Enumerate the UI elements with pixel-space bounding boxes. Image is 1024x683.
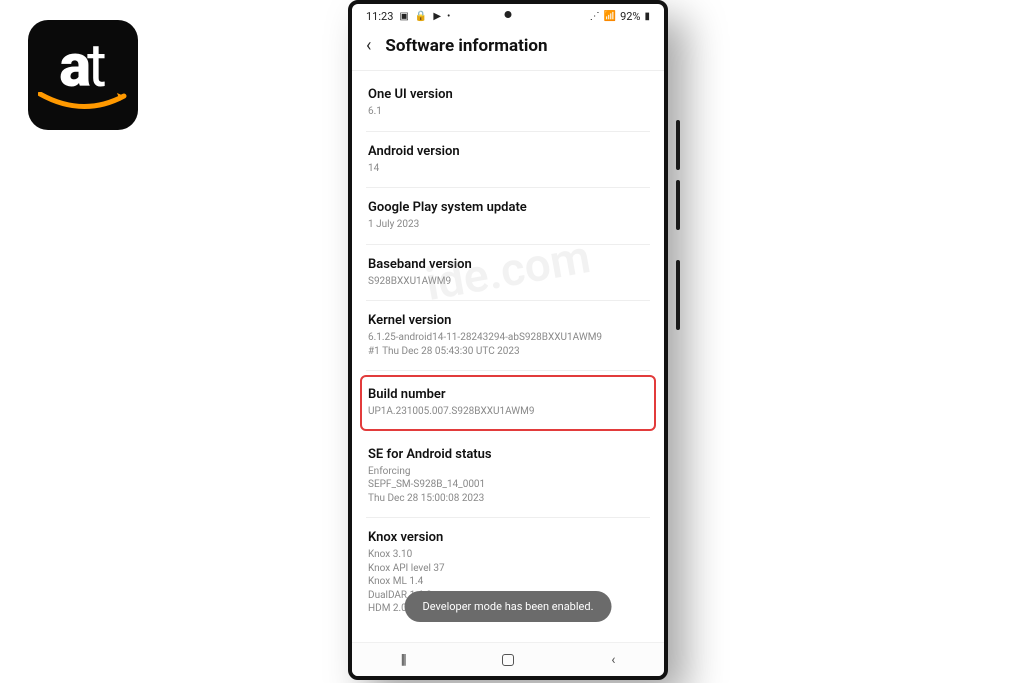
wifi-icon: ⋰ bbox=[590, 11, 600, 22]
item-se-status[interactable]: SE for Android status Enforcing SEPF_SM-… bbox=[366, 435, 650, 519]
smile-icon bbox=[38, 92, 128, 114]
play-status-icon: ▶ bbox=[433, 11, 441, 22]
logo-text: at bbox=[59, 42, 107, 90]
settings-list: One UI version 6.1 Android version 14 Go… bbox=[352, 71, 664, 628]
more-status-icon: • bbox=[447, 11, 450, 22]
item-google-play-update[interactable]: Google Play system update 1 July 2023 bbox=[366, 188, 650, 245]
status-time: 11:23 bbox=[366, 10, 393, 23]
back-button[interactable]: ‹ bbox=[366, 35, 371, 56]
brand-logo: at bbox=[28, 20, 138, 130]
volume-down-button bbox=[676, 180, 680, 230]
lock-status-icon: 🔒 bbox=[415, 11, 427, 22]
battery-text: 92% bbox=[620, 10, 640, 23]
volume-up-button bbox=[676, 120, 680, 170]
nav-recent-button[interactable]: ||| bbox=[401, 652, 405, 668]
phone-frame: 11:23 ▣ 🔒 ▶ • ⋰ 📶 92% ▮ ‹ Software infor… bbox=[348, 0, 676, 683]
item-baseband[interactable]: Baseband version S928BXXU1AWM9 bbox=[366, 245, 650, 302]
camera-status-icon: ▣ bbox=[399, 11, 408, 22]
battery-icon: ▮ bbox=[644, 11, 650, 22]
page-title: Software information bbox=[385, 36, 547, 56]
item-kernel[interactable]: Kernel version 6.1.25-android14-11-28243… bbox=[366, 301, 650, 371]
item-build-number[interactable]: Build number UP1A.231005.007.S928BXXU1AW… bbox=[360, 375, 656, 431]
page-header: ‹ Software information bbox=[352, 25, 664, 71]
nav-back-button[interactable]: ‹ bbox=[611, 652, 615, 668]
item-android-version[interactable]: Android version 14 bbox=[366, 132, 650, 189]
power-button bbox=[676, 260, 680, 330]
signal-icon: 📶 bbox=[604, 11, 616, 22]
nav-home-button[interactable] bbox=[502, 654, 514, 666]
camera-hole bbox=[505, 11, 512, 18]
toast-message: Developer mode has been enabled. bbox=[405, 591, 612, 622]
item-one-ui[interactable]: One UI version 6.1 bbox=[366, 75, 650, 132]
navigation-bar: ||| ‹ bbox=[352, 642, 664, 676]
